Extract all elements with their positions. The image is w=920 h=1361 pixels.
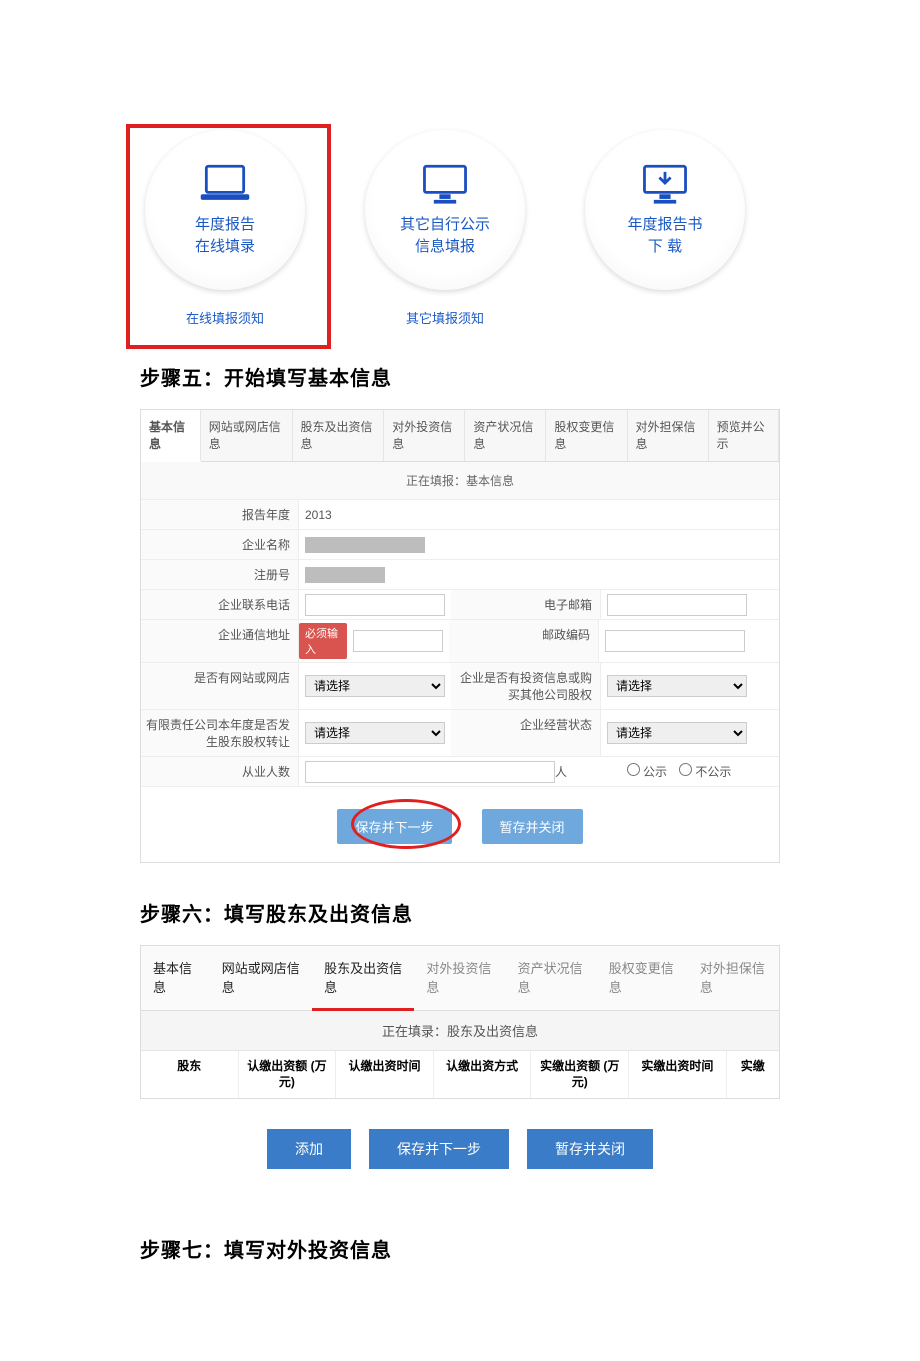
radio-pub-yes[interactable]: 公示: [627, 763, 667, 780]
select-hassite[interactable]: 请选择: [305, 675, 445, 697]
input-post[interactable]: [605, 630, 745, 652]
step7-heading: 步骤七：填写对外投资信息: [140, 1234, 780, 1263]
label-hassite: 是否有网站或网店: [141, 663, 299, 709]
tab-preview[interactable]: 预览并公示: [709, 410, 779, 461]
col-paid-amount: 实缴出资额 (万元): [531, 1051, 629, 1098]
shareholder-title: 正在填录：股东及出资信息: [141, 1011, 779, 1051]
tab2-basic[interactable]: 基本信息: [141, 946, 210, 1010]
radio-pub-no[interactable]: 不公示: [679, 763, 731, 780]
required-tooltip: 必须输入: [299, 623, 347, 659]
tab-site[interactable]: 网站或网店信息: [201, 410, 293, 461]
redacted-regno: [305, 567, 385, 583]
tab-equity[interactable]: 股权变更信息: [546, 410, 627, 461]
shareholder-wrap: 基本信息 网站或网店信息 股东及出资信息 对外投资信息 资产状况信息 股权变更信…: [140, 945, 780, 1099]
label-company-name: 企业名称: [141, 530, 299, 559]
save-next-button[interactable]: 保存并下一步: [337, 809, 451, 844]
input-email[interactable]: [607, 594, 747, 616]
label-email: 电子邮箱: [451, 590, 601, 619]
col-sub-amount: 认缴出资额 (万元): [239, 1051, 337, 1098]
highlight-frame: [126, 124, 331, 349]
temp-close-button-2[interactable]: 暂存并关闭: [527, 1129, 653, 1169]
tab-assets[interactable]: 资产状况信息: [465, 410, 546, 461]
tab-shareholder[interactable]: 股东及出资信息: [293, 410, 385, 461]
col-shareholder: 股东: [141, 1051, 239, 1098]
circle-download[interactable]: 年度报告书下 载: [585, 130, 745, 290]
sub-link-other[interactable]: 其它填报须知: [406, 308, 484, 327]
col-sub-method: 认缴出资方式: [434, 1051, 532, 1098]
tab2-shareholder[interactable]: 股东及出资信息: [312, 946, 414, 1011]
basic-info-form: 基本信息 网站或网店信息 股东及出资信息 对外投资信息 资产状况信息 股权变更信…: [140, 409, 780, 863]
tab2-equity[interactable]: 股权变更信息: [597, 946, 688, 1010]
value-year: 2013: [305, 508, 332, 522]
form-title: 正在填报：基本信息: [141, 462, 779, 500]
tab-basic[interactable]: 基本信息: [141, 410, 201, 462]
select-transfer[interactable]: 请选择: [305, 722, 445, 744]
circle-other-publish[interactable]: 其它自行公示信息填报: [365, 130, 525, 290]
input-addr[interactable]: [353, 630, 443, 652]
input-emp[interactable]: [305, 761, 555, 783]
select-invest[interactable]: 请选择: [607, 675, 747, 697]
add-button[interactable]: 添加: [267, 1129, 351, 1169]
input-phone[interactable]: [305, 594, 445, 616]
monitor-icon: [417, 162, 473, 206]
card-other-publish[interactable]: 其它自行公示信息填报 其它填报须知: [360, 130, 530, 327]
circle-label: 年度报告书下 载: [627, 214, 702, 259]
label-addr: 企业通信地址: [141, 620, 299, 662]
label-year: 报告年度: [141, 500, 299, 529]
entry-cards-row: 年度报告在线填录 在线填报须知 其它自行公示信息填报 其它填报须知: [140, 0, 780, 327]
shareholder-tabs: 基本信息 网站或网店信息 股东及出资信息 对外投资信息 资产状况信息 股权变更信…: [141, 946, 779, 1011]
label-invest: 企业是否有投资信息或购买其他公司股权: [451, 663, 601, 709]
save-next-button-2[interactable]: 保存并下一步: [369, 1129, 509, 1169]
step6-heading: 步骤六：填写股东及出资信息: [140, 898, 780, 927]
label-phone: 企业联系电话: [141, 590, 299, 619]
shareholder-button-row: 添加 保存并下一步 暂存并关闭: [140, 1099, 780, 1199]
label-transfer: 有限责任公司本年度是否发生股东股权转让: [141, 710, 299, 756]
form-tabs: 基本信息 网站或网店信息 股东及出资信息 对外投资信息 资产状况信息 股权变更信…: [141, 410, 779, 462]
select-status[interactable]: 请选择: [607, 722, 747, 744]
redacted-name: [305, 537, 425, 553]
tab2-invest[interactable]: 对外投资信息: [414, 946, 505, 1010]
col-sub-time: 认缴出资时间: [336, 1051, 434, 1098]
col-paid-time: 实缴出资时间: [629, 1051, 727, 1098]
tab-guarantee[interactable]: 对外担保信息: [628, 410, 709, 461]
card-download[interactable]: 年度报告书下 载: [580, 130, 750, 327]
step5-heading: 步骤五：开始填写基本信息: [140, 362, 780, 391]
tab2-guarantee[interactable]: 对外担保信息: [688, 946, 779, 1010]
form-button-row: 保存并下一步 暂存并关闭: [141, 787, 779, 862]
download-icon: [637, 162, 693, 206]
label-post: 邮政编码: [449, 620, 599, 662]
tab2-site[interactable]: 网站或网店信息: [210, 946, 312, 1010]
label-status: 企业经营状态: [451, 710, 601, 756]
label-emp: 从业人数: [141, 757, 299, 786]
shareholder-columns: 股东 认缴出资额 (万元) 认缴出资时间 认缴出资方式 实缴出资额 (万元) 实…: [141, 1051, 779, 1098]
emp-unit: 人: [555, 763, 567, 780]
col-paid-cut: 实缴: [727, 1051, 779, 1098]
tab-invest[interactable]: 对外投资信息: [384, 410, 465, 461]
tab2-assets[interactable]: 资产状况信息: [506, 946, 597, 1010]
temp-close-button[interactable]: 暂存并关闭: [482, 809, 583, 844]
card-annual-report[interactable]: 年度报告在线填录 在线填报须知: [140, 130, 310, 327]
circle-label: 其它自行公示信息填报: [400, 214, 490, 259]
label-regno: 注册号: [141, 560, 299, 589]
